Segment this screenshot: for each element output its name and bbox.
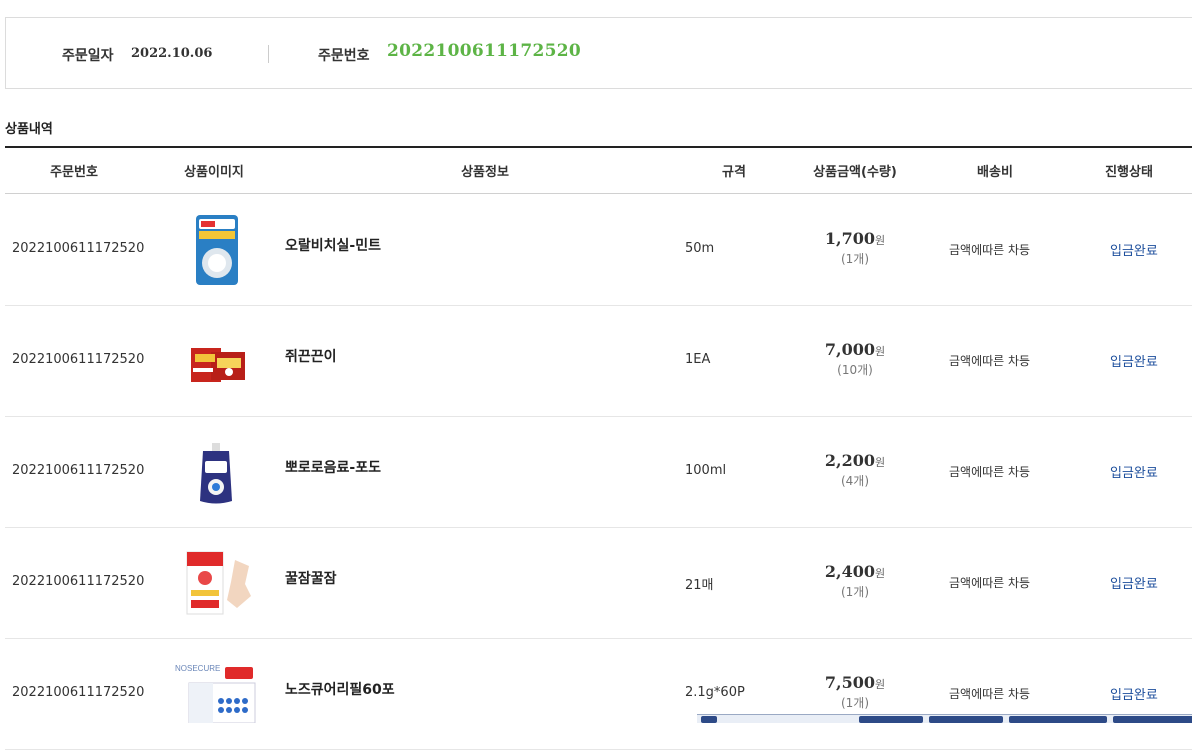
order-number-label: 주문번호 bbox=[318, 48, 370, 64]
price-unit: 원 bbox=[874, 567, 886, 580]
product-qty: (4개) bbox=[840, 474, 870, 488]
row-order-no: 2022100611172520 bbox=[12, 463, 145, 478]
order-status: 입금완료 bbox=[1110, 577, 1158, 592]
header-price: 상품금액(수량) bbox=[813, 165, 897, 180]
price-unit: 원 bbox=[874, 345, 886, 358]
price-value: 1,700 bbox=[824, 229, 875, 248]
order-date-label: 주문일자 bbox=[62, 48, 114, 64]
product-price: 2,200원 (4개) bbox=[795, 451, 915, 489]
table-row: 2022100611172520 쥐끈끈이 1EA 7,000원 (10개) 금… bbox=[5, 306, 1192, 417]
shipping-fee: 금액에따른 차등 bbox=[949, 465, 1031, 479]
product-spec: 1EA bbox=[685, 352, 711, 367]
order-summary-box: 주문일자 2022.10.06 주문번호 2022100611172520 bbox=[5, 17, 1192, 89]
nose-strip-icon: NOSECURE bbox=[175, 664, 256, 724]
order-status: 입금완료 bbox=[1110, 244, 1158, 259]
summary-divider bbox=[268, 45, 269, 63]
product-price: 1,700원 (1개) bbox=[795, 229, 915, 267]
product-spec: 100ml bbox=[685, 463, 727, 478]
product-image[interactable] bbox=[183, 213, 253, 288]
product-image[interactable]: NOSECURE bbox=[175, 661, 259, 736]
product-qty: (1개) bbox=[840, 252, 870, 266]
header-shipping: 배송비 bbox=[977, 165, 1013, 180]
price-unit: 원 bbox=[874, 456, 886, 469]
product-price: 2,400원 (1개) bbox=[795, 562, 915, 600]
product-spec: 50m bbox=[685, 241, 715, 256]
price-value: 7,000 bbox=[824, 340, 875, 359]
shipping-fee: 금액에따른 차등 bbox=[949, 354, 1031, 368]
shipping-fee: 금액에따른 차등 bbox=[949, 687, 1031, 701]
table-header: 주문번호 상품이미지 상품정보 규격 상품금액(수량) 배송비 진행상태 bbox=[5, 146, 1192, 194]
price-value: 2,200 bbox=[824, 451, 875, 470]
dental-floss-icon bbox=[196, 215, 238, 285]
shipping-fee: 금액에따른 차등 bbox=[949, 576, 1031, 590]
row-order-no: 2022100611172520 bbox=[12, 241, 145, 256]
header-spec: 규격 bbox=[722, 165, 746, 180]
header-image: 상품이미지 bbox=[184, 165, 244, 180]
header-status: 진행상태 bbox=[1105, 165, 1153, 180]
price-value: 7,500 bbox=[824, 673, 875, 692]
order-status: 입금완료 bbox=[1110, 355, 1158, 370]
row-order-no: 2022100611172520 bbox=[12, 685, 145, 700]
price-value: 2,400 bbox=[824, 562, 875, 581]
product-brand-text: NOSECURE bbox=[175, 664, 220, 673]
juice-pouch-icon bbox=[200, 443, 232, 504]
product-name[interactable]: 쥐끈끈이 bbox=[285, 346, 337, 366]
product-spec: 21매 bbox=[685, 578, 714, 593]
mouse-trap-icon bbox=[191, 348, 245, 382]
header-order-no: 주문번호 bbox=[50, 165, 98, 180]
product-name[interactable]: 오랄비치실-민트 bbox=[285, 235, 381, 255]
sleep-patch-icon bbox=[186, 551, 251, 615]
order-number-value: 2022100611172520 bbox=[387, 41, 582, 61]
table-row: 2022100611172520 오랄비치실-민트 50m 1,700원 (1개… bbox=[5, 195, 1192, 306]
price-unit: 원 bbox=[874, 678, 886, 691]
section-title: 상품내역 bbox=[5, 122, 53, 137]
header-info: 상품정보 bbox=[461, 165, 509, 180]
order-status: 입금완료 bbox=[1110, 688, 1158, 703]
product-image[interactable] bbox=[183, 324, 253, 399]
row-order-no: 2022100611172520 bbox=[12, 352, 145, 367]
product-name[interactable]: 꿀잠꿀잠 bbox=[285, 568, 337, 588]
product-image[interactable] bbox=[183, 435, 253, 510]
product-qty: (1개) bbox=[840, 585, 870, 599]
product-name[interactable]: 노즈큐어리필60포 bbox=[285, 679, 395, 699]
product-image[interactable] bbox=[183, 546, 253, 621]
row-order-no: 2022100611172520 bbox=[12, 574, 145, 589]
product-spec: 2.1g*60P bbox=[685, 685, 745, 700]
table-row: 2022100611172520 뽀로로음료-포도 100ml 2,200원 (… bbox=[5, 417, 1192, 528]
price-unit: 원 bbox=[874, 234, 886, 247]
order-status: 입금완료 bbox=[1110, 466, 1158, 481]
product-qty: (1개) bbox=[840, 696, 870, 710]
product-name[interactable]: 뽀로로음료-포도 bbox=[285, 457, 381, 477]
product-price: 7,000원 (10개) bbox=[795, 340, 915, 378]
table-row: 2022100611172520 NOSECURE 노즈큐어리필60포 2.1g… bbox=[5, 639, 1192, 750]
order-date-value: 2022.10.06 bbox=[131, 46, 213, 61]
shipping-fee: 금액에따른 차등 bbox=[949, 243, 1031, 257]
table-row: 2022100611172520 꿀잠꿀잠 21매 2,400원 (1개) 금액… bbox=[5, 528, 1192, 639]
product-qty: (10개) bbox=[837, 363, 873, 377]
product-price: 7,500원 (1개) bbox=[795, 673, 915, 711]
